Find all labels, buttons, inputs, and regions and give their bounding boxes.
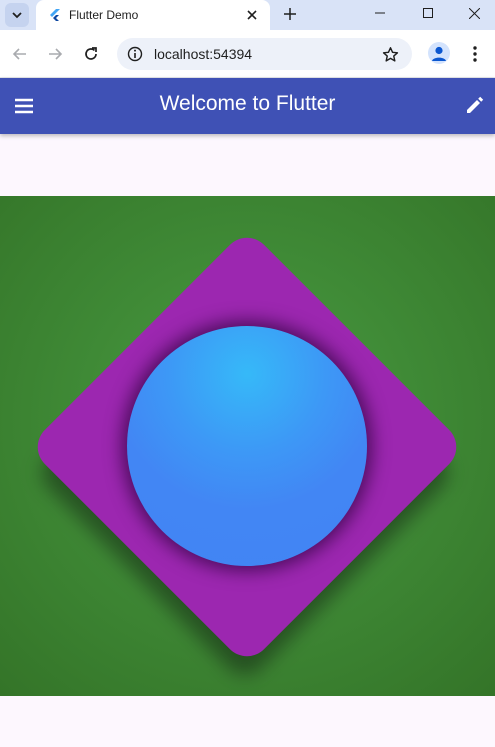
address-bar[interactable]: localhost:54394 (117, 38, 412, 70)
new-tab-button[interactable] (279, 3, 301, 25)
close-window-button[interactable] (451, 0, 495, 26)
maximize-button[interactable] (405, 0, 451, 26)
app-bar: Welcome to Flutter (0, 78, 495, 134)
reload-icon (85, 47, 97, 60)
url-text[interactable]: localhost:54394 (154, 46, 252, 62)
back-arrow-icon (12, 48, 26, 60)
profile-icon (432, 46, 446, 61)
browser-menu-button[interactable] (464, 42, 486, 66)
star-icon (382, 46, 398, 62)
edit-icon (467, 96, 484, 113)
browser-tab[interactable]: Flutter Demo (36, 0, 270, 30)
tab-close-button[interactable] (242, 5, 262, 25)
more-vert-icon (473, 46, 477, 62)
flutter-logo-icon (50, 9, 60, 21)
tab-search-icon (12, 12, 22, 19)
site-info-icon (127, 46, 143, 62)
close-window-icon (468, 7, 480, 19)
minimize-button[interactable] (357, 0, 403, 26)
plus-icon (284, 8, 296, 20)
close-icon (247, 10, 257, 20)
browser-toolbar: localhost:54394 (0, 30, 495, 78)
browser-tab-strip: Flutter Demo (0, 0, 495, 30)
bookmark-button[interactable] (380, 44, 400, 64)
blue-gradient-circle (127, 326, 367, 566)
profile-button[interactable] (428, 42, 450, 64)
edit-button[interactable] (463, 93, 487, 117)
reload-button[interactable] (79, 42, 103, 66)
maximize-icon (423, 8, 433, 18)
back-button[interactable] (8, 42, 32, 66)
decorated-stage (0, 196, 495, 696)
tab-title: Flutter Demo (69, 8, 139, 22)
site-info-button[interactable] (125, 44, 145, 64)
minimize-icon (375, 12, 385, 14)
tab-search-button[interactable] (5, 3, 29, 27)
forward-arrow-icon (49, 48, 63, 60)
app-title: Welcome to Flutter (159, 92, 336, 115)
forward-button[interactable] (43, 42, 67, 66)
